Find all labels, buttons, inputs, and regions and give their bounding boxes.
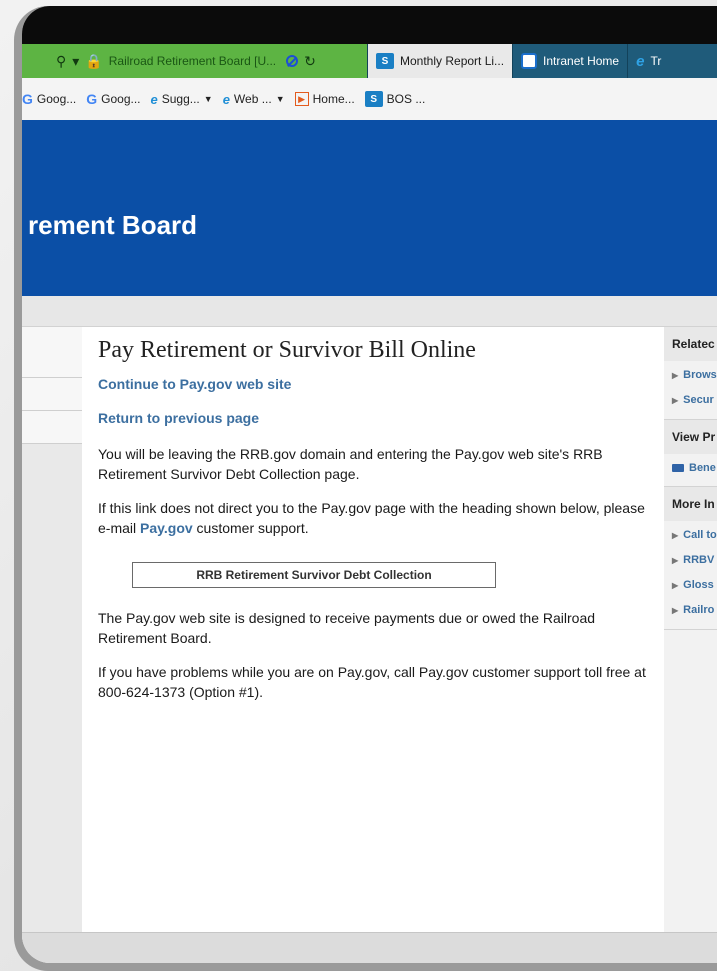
more-link-railroad[interactable]: ▶ Railro bbox=[664, 596, 717, 621]
related-heading: Relatec bbox=[664, 327, 717, 361]
ie-icon: e bbox=[222, 91, 230, 107]
related-link-label: Brows bbox=[683, 369, 717, 381]
favorite-label: Home... bbox=[312, 92, 355, 106]
left-nav bbox=[22, 327, 83, 963]
address-bar[interactable]: ⚲ ▾ 🔒 Railroad Retirement Board [U... ↻ bbox=[22, 44, 367, 78]
triangle-right-icon: ▶ bbox=[672, 581, 679, 590]
favorite-home[interactable]: ▶ Home... bbox=[294, 92, 355, 106]
lock-icon: 🔒 bbox=[85, 52, 103, 69]
google-icon: G bbox=[22, 91, 33, 107]
support-phone-text: If you have problems while you are on Pa… bbox=[98, 664, 646, 700]
return-to-previous-link[interactable]: Return to previous page bbox=[98, 410, 650, 426]
email-text-after: customer support. bbox=[192, 520, 309, 536]
paygov-description: The Pay.gov web site is designed to rece… bbox=[98, 610, 596, 646]
home-icon: ▶ bbox=[294, 92, 309, 106]
address-url[interactable]: Railroad Retirement Board [U... bbox=[109, 54, 276, 68]
leaving-notice: You will be leaving the RRB.gov domain a… bbox=[98, 446, 603, 482]
heading-sample-box: RRB Retirement Survivor Debt Collection bbox=[132, 562, 496, 588]
related-link-browse[interactable]: ▶ Brows bbox=[664, 361, 717, 386]
view-link-label: Bene bbox=[689, 462, 716, 474]
right-sidebar: Relatec ▶ Brows ▶ Secur View Pr Bene More … bbox=[664, 327, 717, 963]
more-link-label: Call to Telep bbox=[683, 529, 717, 541]
favorite-label: Sugg... bbox=[161, 92, 200, 106]
more-link-call[interactable]: ▶ Call to Telep bbox=[664, 521, 717, 546]
view-link-benefits[interactable]: Bene bbox=[664, 454, 717, 478]
backdrop: ⚲ ▾ 🔒 Railroad Retirement Board [U... ↻ … bbox=[0, 0, 717, 971]
triangle-right-icon: ▶ bbox=[672, 556, 679, 565]
chevron-down-icon[interactable]: ▼ bbox=[276, 94, 285, 104]
more-info-heading: More In bbox=[664, 487, 717, 521]
tab-truncated[interactable]: e Tr bbox=[627, 44, 669, 78]
site-banner: rement Board bbox=[22, 120, 717, 296]
favorite-web-slice[interactable]: e Web ... ▼ bbox=[223, 92, 285, 107]
tab-monthly-report[interactable]: S Monthly Report Li... bbox=[367, 44, 513, 78]
intranet-icon bbox=[521, 53, 538, 69]
favorite-suggested-sites[interactable]: e Sugg... ▼ bbox=[151, 92, 213, 107]
tab-bar: ⚲ ▾ 🔒 Railroad Retirement Board [U... ↻ … bbox=[22, 44, 717, 78]
view-panel: View Pr Bene bbox=[664, 420, 717, 487]
google-icon: G bbox=[86, 91, 98, 107]
triangle-right-icon: ▶ bbox=[672, 606, 679, 615]
paygov-email-link[interactable]: Pay.gov bbox=[140, 520, 193, 536]
favorite-label: Web ... bbox=[233, 92, 272, 106]
sharepoint-icon: S bbox=[376, 53, 394, 69]
tab-label: Tr bbox=[650, 54, 662, 68]
tab-label: Monthly Report Li... bbox=[400, 54, 505, 68]
refresh-icon[interactable]: ↻ bbox=[304, 53, 316, 70]
device-frame: ⚲ ▾ 🔒 Railroad Retirement Board [U... ↻ … bbox=[14, 6, 717, 971]
triangle-right-icon: ▶ bbox=[672, 396, 679, 405]
favorites-bar: G Goog... G Goog... e Sugg... ▼ e Web ..… bbox=[22, 78, 717, 121]
search-icon[interactable]: ⚲ bbox=[56, 53, 66, 70]
status-bar bbox=[22, 932, 717, 963]
favorite-label: BOS ... bbox=[386, 92, 426, 106]
triangle-right-icon: ▶ bbox=[672, 531, 679, 540]
top-bezel bbox=[22, 6, 717, 44]
more-link-label: Gloss bbox=[683, 579, 714, 591]
chevron-down-icon[interactable]: ▼ bbox=[204, 94, 213, 104]
view-heading: View Pr bbox=[664, 420, 717, 454]
stop-icon[interactable] bbox=[286, 55, 299, 67]
related-link-label: Secur bbox=[683, 394, 714, 406]
more-link-glossary[interactable]: ▶ Gloss bbox=[664, 571, 717, 596]
ie-icon: e bbox=[150, 91, 158, 107]
triangle-right-icon: ▶ bbox=[672, 371, 679, 380]
page-title: Pay Retirement or Survivor Bill Online bbox=[98, 337, 476, 363]
breadcrumb-strip bbox=[22, 296, 717, 327]
browser-screen: ⚲ ▾ 🔒 Railroad Retirement Board [U... ↻ … bbox=[22, 6, 717, 963]
ie-icon: e bbox=[636, 52, 645, 70]
continue-to-paygov-link[interactable]: Continue to Pay.gov web site bbox=[98, 376, 650, 392]
related-panel: Relatec ▶ Brows ▶ Secur bbox=[664, 327, 717, 420]
left-nav-item[interactable] bbox=[22, 327, 82, 378]
more-link-label: Railro bbox=[683, 604, 715, 616]
favorite-label: Goog... bbox=[36, 92, 77, 106]
dropdown-icon[interactable]: ▾ bbox=[72, 53, 79, 70]
sharepoint-icon: S bbox=[364, 91, 383, 107]
favorite-label: Goog... bbox=[101, 92, 141, 106]
favorite-google-2[interactable]: G Goog... bbox=[86, 91, 140, 107]
site-title[interactable]: rement Board bbox=[28, 210, 197, 241]
card-icon bbox=[672, 464, 684, 473]
favorite-google-1[interactable]: G Goog... bbox=[22, 91, 76, 107]
left-nav-item[interactable] bbox=[22, 378, 82, 411]
tab-label: Intranet Home bbox=[543, 54, 620, 68]
favorite-bos[interactable]: S BOS ... bbox=[364, 91, 426, 107]
tab-intranet-home[interactable]: Intranet Home bbox=[512, 44, 627, 78]
more-info-panel: More In ▶ Call to Telep ▶ RRBV ▶ Gloss ▶ Rai… bbox=[664, 487, 717, 630]
left-nav-item[interactable] bbox=[22, 411, 82, 444]
related-link-security[interactable]: ▶ Secur bbox=[664, 386, 717, 411]
more-link-label: RRBV bbox=[683, 554, 715, 566]
main-content: Pay Retirement or Survivor Bill Online C… bbox=[82, 327, 665, 963]
more-link-rrbv[interactable]: ▶ RRBV bbox=[664, 546, 717, 571]
email-support-text: If this link does not direct you to the … bbox=[98, 498, 650, 538]
